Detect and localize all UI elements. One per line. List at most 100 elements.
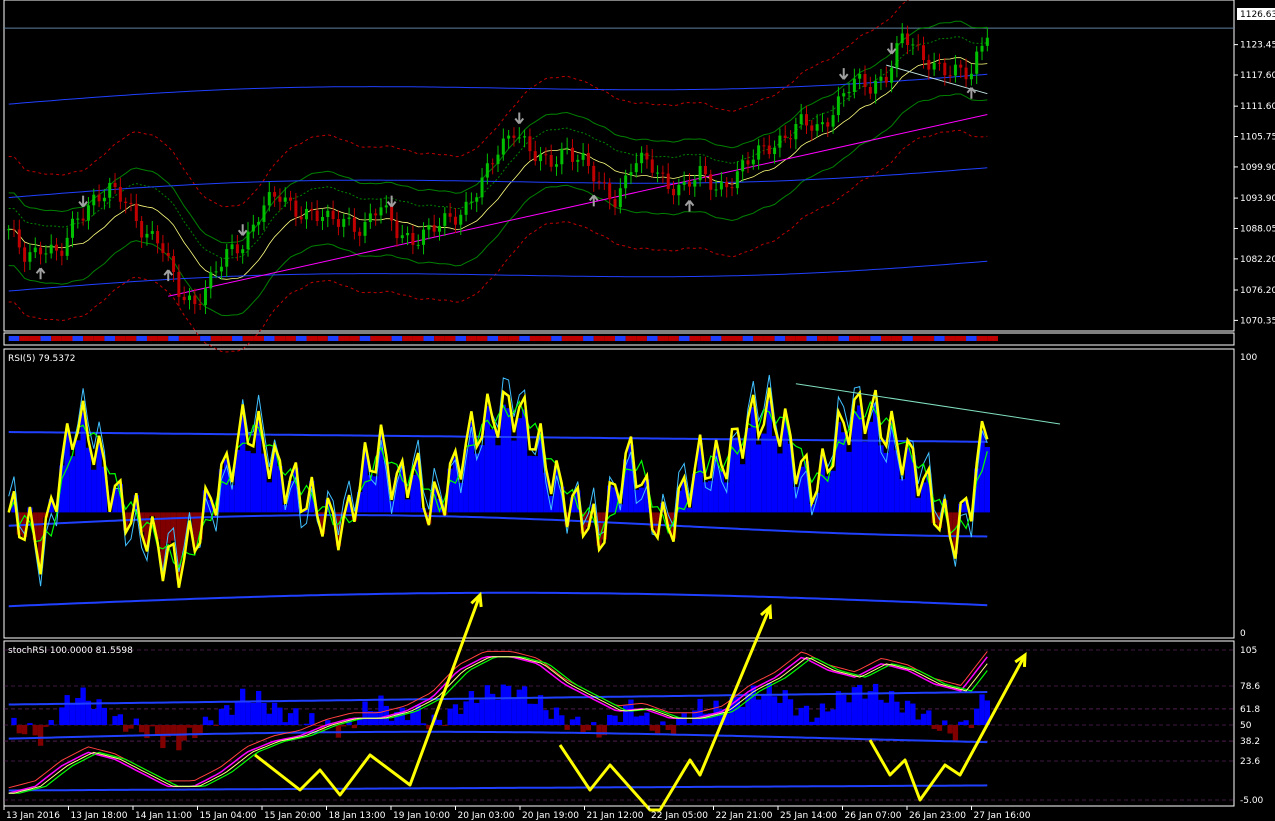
bullish-candle — [629, 172, 633, 176]
stoch-histogram-bar — [888, 690, 895, 725]
bullish-candle — [773, 147, 777, 155]
volume-bar — [668, 336, 679, 341]
bullish-candle — [523, 136, 527, 138]
rsi-histogram-bar — [915, 497, 921, 513]
volume-bar — [8, 336, 20, 341]
rsi-histogram-bar — [761, 433, 767, 513]
stoch-histogram-bar — [968, 725, 975, 728]
stoch-histogram-bar — [638, 715, 645, 725]
bullish-candle — [836, 96, 840, 116]
bearish-candle — [60, 250, 64, 256]
bullish-candle — [108, 182, 112, 198]
stoch-histogram-bar — [479, 699, 485, 725]
bullish-candle — [230, 244, 234, 250]
volume-bar — [285, 336, 296, 341]
bullish-candle — [70, 218, 74, 238]
bearish-candle — [964, 67, 968, 80]
stoch-histogram-bar — [27, 723, 33, 725]
stoch-histogram-bar — [500, 684, 506, 725]
stoch-histogram-bar — [771, 696, 778, 725]
stoch-histogram-bar — [202, 716, 209, 725]
stoch-title: stochRSI 100.0000 81.5598 — [8, 646, 133, 656]
volume-bar — [572, 336, 584, 341]
rsi-histogram-bar — [490, 429, 496, 513]
stoch-histogram-bar — [287, 713, 294, 725]
stoch-histogram-bar — [154, 725, 161, 736]
bullish-candle — [7, 229, 11, 231]
rsi-scale-bottom: 0 — [1240, 629, 1246, 639]
bearish-candle — [868, 86, 872, 94]
volume-bar — [657, 336, 669, 341]
rsi-histogram-bar — [69, 456, 76, 513]
stoch-histogram-bar — [543, 710, 549, 725]
stoch-histogram-bar — [474, 702, 480, 725]
rsi-histogram-bar — [740, 464, 746, 513]
stoch-histogram-bar — [622, 705, 629, 725]
volume-bar — [157, 336, 169, 341]
volume-bar — [934, 336, 945, 341]
bullish-candle — [714, 189, 718, 191]
volume-bar — [561, 336, 573, 341]
price-tick-label: 1070.35 — [1240, 316, 1275, 326]
bearish-candle — [948, 75, 952, 77]
bearish-candle — [310, 208, 314, 211]
stoch-histogram-bar — [218, 708, 225, 725]
price-tick-label: 1088.05 — [1240, 224, 1275, 234]
stoch-histogram-bar — [537, 695, 544, 725]
bullish-candle — [799, 114, 803, 125]
rsi-histogram-bar — [495, 445, 501, 513]
stoch-histogram-bar — [420, 723, 427, 725]
volume-bar — [210, 336, 222, 341]
volume-bar — [795, 336, 807, 341]
stoch-histogram-bar — [399, 707, 405, 725]
stoch-histogram-bar — [16, 725, 22, 734]
stoch-histogram-bar — [117, 714, 124, 725]
volume-bar — [125, 336, 137, 341]
bullish-candle — [267, 192, 271, 206]
volume-bar — [880, 336, 892, 341]
stoch-histogram-bar — [654, 725, 661, 734]
bearish-candle — [597, 181, 601, 183]
volume-bar — [168, 336, 179, 341]
stoch-histogram-bar — [947, 725, 953, 734]
volume-bar — [721, 336, 733, 341]
stoch-histogram-bar — [846, 702, 852, 725]
bullish-candle — [858, 74, 862, 79]
volume-bar — [987, 336, 998, 341]
volume-bar — [636, 336, 647, 341]
bullish-candle — [507, 135, 511, 139]
volume-bar — [955, 336, 967, 341]
volume-bar — [51, 336, 62, 341]
stoch-histogram-bar — [974, 708, 980, 725]
stoch-histogram-bar — [128, 725, 134, 729]
rsi-histogram-bar — [250, 453, 256, 513]
bullish-candle — [751, 159, 755, 165]
volume-bar — [519, 336, 530, 341]
bullish-candle — [485, 163, 489, 178]
stoch-histogram-bar — [293, 708, 299, 725]
stoch-histogram-bar — [458, 713, 464, 725]
stoch-histogram-bar — [303, 723, 310, 725]
bullish-candle — [459, 214, 463, 225]
bearish-candle — [592, 165, 596, 182]
bearish-candle — [118, 187, 122, 202]
stoch-histogram-bar — [112, 716, 118, 725]
stoch-histogram-bar — [255, 690, 262, 725]
rsi-histogram-bar — [830, 470, 836, 513]
stoch-tick-label: 105 — [1240, 646, 1257, 656]
bearish-candle — [549, 155, 553, 167]
price-tick-label: 1099.90 — [1240, 163, 1275, 173]
rsi-histogram-bar — [85, 447, 92, 513]
bullish-candle — [464, 201, 468, 215]
bearish-candle — [762, 145, 766, 147]
rsi-histogram-bar — [771, 435, 778, 513]
stoch-histogram-bar — [559, 715, 565, 725]
rsi-histogram-bar — [867, 421, 873, 513]
stoch-tick-label: 38.2 — [1240, 737, 1260, 747]
bearish-candle — [172, 256, 176, 273]
bullish-candle — [102, 197, 106, 202]
rsi-histogram-bar — [474, 453, 480, 513]
volume-bar — [859, 336, 871, 341]
bearish-candle — [55, 244, 59, 251]
stoch-histogram-bar — [149, 725, 155, 727]
